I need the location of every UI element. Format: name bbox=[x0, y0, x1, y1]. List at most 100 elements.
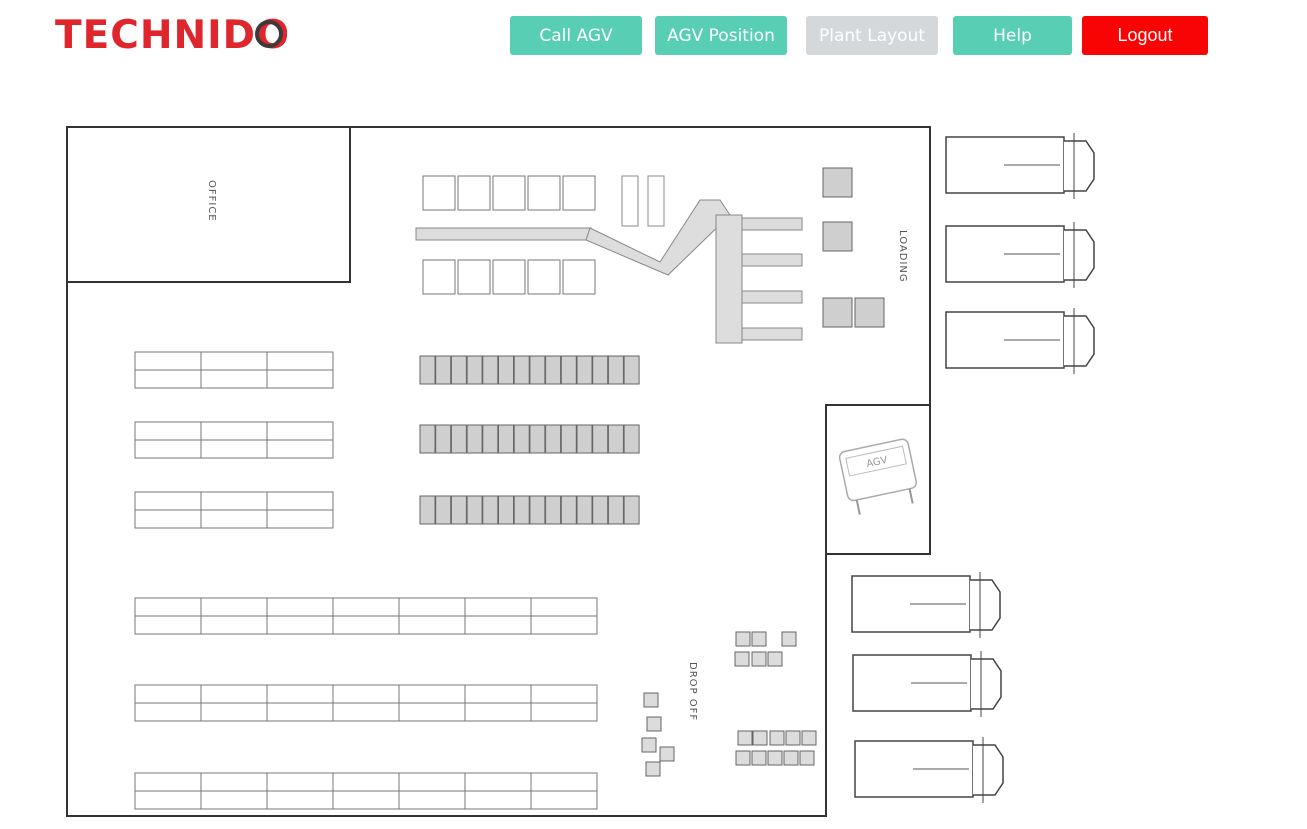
storage-box bbox=[457, 175, 491, 211]
pallet bbox=[623, 355, 640, 385]
shelf-rack bbox=[200, 369, 268, 389]
pallet bbox=[513, 424, 530, 454]
pallet bbox=[498, 495, 514, 525]
shelf-rack bbox=[200, 421, 268, 441]
drop-off-box bbox=[735, 631, 751, 647]
storage-box bbox=[562, 175, 596, 211]
shelf-rack bbox=[398, 702, 466, 722]
shelf-rack bbox=[530, 597, 598, 617]
shelf-rack bbox=[332, 615, 400, 635]
pallet bbox=[482, 355, 499, 385]
shelf-rack bbox=[464, 615, 532, 635]
shelf-rack bbox=[464, 772, 532, 792]
shelf-rack bbox=[530, 790, 598, 810]
drop-off-label: DROP OFF bbox=[687, 662, 698, 721]
pallet bbox=[419, 495, 436, 525]
drop-off-box bbox=[751, 651, 767, 667]
drop-off-box bbox=[751, 750, 767, 766]
shelf-rack bbox=[134, 509, 202, 529]
pallet bbox=[623, 424, 640, 454]
shelf-rack bbox=[134, 491, 202, 511]
pallet bbox=[607, 424, 624, 454]
pallet bbox=[419, 355, 436, 385]
drop-off-box bbox=[643, 692, 659, 708]
shelf-rack bbox=[530, 702, 598, 722]
shelf-rack bbox=[134, 684, 202, 704]
pallet bbox=[545, 495, 562, 525]
drop-off-box bbox=[769, 730, 785, 746]
shelf-rack bbox=[266, 702, 334, 722]
truck bbox=[854, 737, 1004, 803]
storage-box bbox=[457, 259, 491, 295]
shelf-rack bbox=[200, 684, 268, 704]
drop-off-box bbox=[785, 730, 801, 746]
agv-bay bbox=[825, 404, 931, 555]
shelf-rack bbox=[332, 684, 400, 704]
storage-box bbox=[527, 259, 561, 295]
pallet bbox=[498, 355, 514, 385]
shelf-rack bbox=[266, 351, 334, 371]
pallet bbox=[592, 495, 609, 525]
shelf-rack bbox=[464, 597, 532, 617]
drop-off-box bbox=[799, 750, 815, 766]
pallet bbox=[529, 495, 546, 525]
pallet bbox=[513, 355, 530, 385]
shelf-rack bbox=[134, 369, 202, 389]
pallet bbox=[560, 495, 577, 525]
storage-box bbox=[422, 175, 456, 211]
shelf-rack bbox=[266, 439, 334, 459]
shelf-rack bbox=[332, 597, 400, 617]
shelf-rack bbox=[464, 684, 532, 704]
shelf-rack bbox=[530, 684, 598, 704]
drop-off-box bbox=[641, 737, 657, 753]
drop-off-box bbox=[752, 730, 768, 746]
drop-off-box bbox=[737, 730, 753, 746]
pallet bbox=[545, 424, 562, 454]
pallet bbox=[435, 424, 452, 454]
shelf-rack bbox=[464, 790, 532, 810]
pallet bbox=[545, 355, 562, 385]
drop-off-box bbox=[734, 651, 750, 667]
truck bbox=[852, 651, 1002, 717]
shelf-rack bbox=[134, 790, 202, 810]
drop-off-box bbox=[781, 631, 797, 647]
pallet bbox=[498, 424, 514, 454]
pallet bbox=[592, 355, 609, 385]
truck bbox=[945, 222, 1095, 288]
shelf-rack bbox=[134, 351, 202, 371]
shelf-rack bbox=[530, 772, 598, 792]
storage-box bbox=[492, 175, 526, 211]
drop-off-box bbox=[659, 746, 675, 762]
shelf-rack bbox=[200, 615, 268, 635]
shelf-rack bbox=[266, 684, 334, 704]
shelf-rack bbox=[134, 421, 202, 441]
plant-layout-map: OFFICE LOADING DROP OFF AGV bbox=[66, 126, 1095, 817]
pallet bbox=[576, 424, 593, 454]
office-label: OFFICE bbox=[206, 180, 217, 222]
shelf-rack bbox=[332, 790, 400, 810]
shelf-rack bbox=[398, 615, 466, 635]
loading-label: LOADING bbox=[897, 230, 908, 283]
drop-off-box bbox=[783, 750, 799, 766]
shelf-rack bbox=[266, 369, 334, 389]
pallet bbox=[466, 424, 483, 454]
shelf-rack bbox=[134, 597, 202, 617]
shelf-rack bbox=[266, 597, 334, 617]
drop-off-box bbox=[767, 750, 783, 766]
pallet bbox=[513, 495, 530, 525]
storage-box bbox=[527, 175, 561, 211]
shelf-rack bbox=[200, 790, 268, 810]
pallet bbox=[435, 355, 452, 385]
truck bbox=[945, 308, 1095, 374]
drop-off-box bbox=[735, 750, 751, 766]
drop-off-box bbox=[801, 730, 817, 746]
pallet bbox=[560, 424, 577, 454]
pallet bbox=[450, 355, 467, 385]
shelf-rack bbox=[266, 509, 334, 529]
shelf-rack bbox=[332, 702, 400, 722]
storage-box bbox=[422, 259, 456, 295]
drop-off-box bbox=[646, 716, 662, 732]
agv-vehicle: AGV bbox=[838, 438, 918, 515]
shelf-rack bbox=[200, 439, 268, 459]
shelf-rack bbox=[332, 772, 400, 792]
